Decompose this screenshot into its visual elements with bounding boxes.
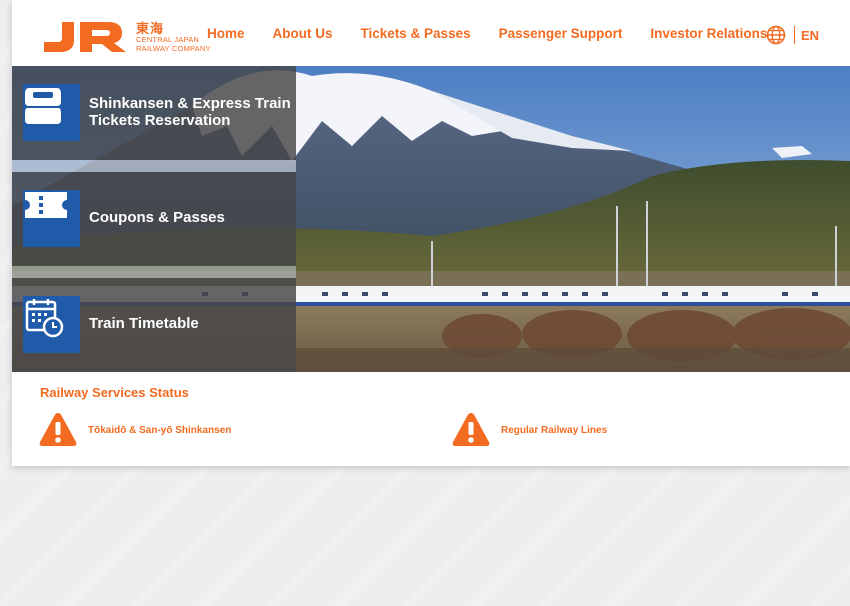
panel-label: Train Timetable [89, 315, 199, 332]
railway-status-title: Railway Services Status [40, 385, 189, 400]
nav-tickets-passes[interactable]: Tickets & Passes [361, 26, 471, 41]
status-label: Tōkaidō & San-yō Shinkansen [88, 424, 232, 436]
language-selector[interactable]: EN [766, 24, 819, 46]
train-seat-icon [23, 84, 80, 141]
warning-icon [452, 413, 490, 446]
panel-label-line1: Shinkansen & Express Train [89, 95, 291, 112]
brand-company-name: CENTRAL JAPAN RAILWAY COMPANY [136, 35, 216, 53]
jr-logo-icon [44, 22, 126, 52]
warning-icon [39, 413, 77, 446]
language-separator [794, 26, 795, 44]
status-shinkansen-link[interactable]: Tōkaidō & San-yō Shinkansen [38, 410, 231, 450]
main-nav: Home About Us Tickets & Passes Passenger… [207, 0, 795, 66]
train-timetable-button[interactable]: Train Timetable [12, 278, 296, 372]
nav-home[interactable]: Home [207, 26, 245, 41]
status-regular-lines-link[interactable]: Regular Railway Lines [451, 410, 607, 450]
nav-investor-relations[interactable]: Investor Relations [650, 26, 767, 41]
panel-divider [12, 266, 296, 278]
main-card: 東海 CENTRAL JAPAN RAILWAY COMPANY Home Ab… [12, 0, 850, 466]
site-header: 東海 CENTRAL JAPAN RAILWAY COMPANY Home Ab… [12, 0, 850, 66]
globe-icon [766, 25, 786, 45]
panel-divider [12, 160, 296, 172]
coupons-passes-button[interactable]: Coupons & Passes [12, 172, 296, 266]
panel-label-line2: Tickets Reservation [89, 112, 231, 129]
hero-banner: Shinkansen & Express Train Tickets Reser… [12, 66, 850, 372]
language-label: EN [801, 27, 820, 43]
ticket-icon [23, 190, 80, 247]
panel-label: Coupons & Passes [89, 209, 225, 226]
status-label: Regular Railway Lines [501, 424, 608, 436]
shinkansen-reservation-button[interactable]: Shinkansen & Express Train Tickets Reser… [12, 66, 296, 160]
jr-central-logo[interactable]: 東海 CENTRAL JAPAN RAILWAY COMPANY [40, 18, 210, 58]
nav-about-us[interactable]: About Us [273, 26, 333, 41]
panel-label: Shinkansen & Express Train Tickets Reser… [89, 95, 291, 129]
nav-passenger-support[interactable]: Passenger Support [499, 26, 623, 41]
company-line2: RAILWAY COMPANY [136, 43, 211, 53]
calendar-clock-icon [23, 296, 80, 353]
